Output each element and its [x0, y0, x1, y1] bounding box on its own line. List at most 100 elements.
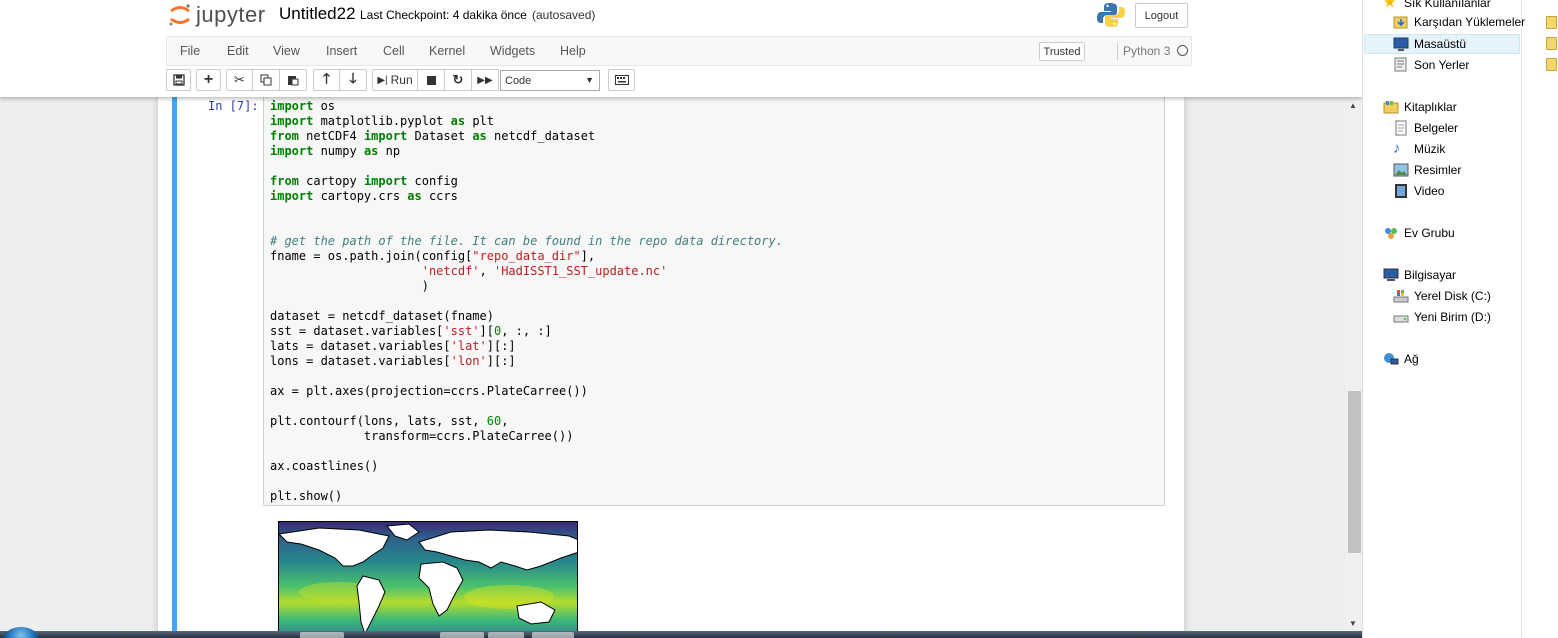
nav-recent-places[interactable]: Son Yerler — [1393, 56, 1469, 74]
arrow-up-icon: 🡑 — [322, 70, 331, 86]
insert-cell-button[interactable]: + — [196, 69, 221, 91]
move-down-button[interactable]: 🡓 — [340, 69, 367, 91]
menu-widgets[interactable]: Widgets — [490, 44, 535, 58]
scroll-up-icon[interactable]: ▲ — [1349, 101, 1357, 110]
recent-places-icon — [1393, 57, 1409, 73]
nav-music[interactable]: ♪ Müzik — [1393, 140, 1445, 158]
nav-recent-label: Son Yerler — [1414, 58, 1470, 72]
taskbar-button[interactable] — [440, 632, 484, 638]
caret-down-icon: ▼ — [585, 75, 594, 85]
menu-cell[interactable]: Cell — [383, 44, 405, 58]
nav-homegroup[interactable]: Ev Grubu — [1383, 224, 1455, 242]
step-forward-icon: ▶| — [377, 74, 388, 86]
nav-libraries[interactable]: Kitaplıklar — [1383, 98, 1457, 116]
code-line: ​ — [270, 474, 783, 489]
cut-button[interactable]: ✂ — [226, 69, 253, 91]
code-cell-input[interactable]: import os import matplotlib.pyplot as plt… — [263, 97, 1165, 506]
run-label: Run — [390, 73, 413, 87]
code-line: plt.show() — [270, 489, 343, 503]
plus-icon: + — [203, 71, 214, 88]
restart-button[interactable]: ↻ — [445, 69, 472, 91]
interrupt-button[interactable] — [418, 69, 445, 91]
network-icon — [1383, 351, 1399, 367]
nav-network[interactable]: Ağ — [1383, 350, 1419, 368]
kernel-name: Python 3 — [1123, 44, 1171, 58]
last-checkpoint: Last Checkpoint: 4 dakika önce — [360, 8, 527, 22]
code-line: import matplotlib.pyplot as plt — [270, 114, 494, 128]
taskbar-button[interactable] — [532, 632, 574, 638]
menu-view[interactable]: View — [273, 44, 300, 58]
code-line: ​ — [270, 444, 783, 459]
fast-forward-icon: ▶▶ — [477, 74, 493, 86]
nav-downloads-label: Karşıdan Yüklemeler — [1414, 15, 1526, 29]
code-line: lons = dataset.variables['lon'][:] — [270, 354, 516, 368]
jupyter-window: In [7]: import os import matplotlib.pyplo… — [0, 0, 1362, 638]
nav-favorites[interactable]: ★ Sık Kullanılanlar — [1383, 0, 1491, 12]
nav-computer-label: Bilgisayar — [1404, 268, 1457, 282]
restart-run-all-button[interactable]: ▶▶ — [472, 69, 499, 91]
computer-icon — [1383, 267, 1399, 283]
nav-video[interactable]: Video — [1393, 182, 1444, 200]
menu-insert[interactable]: Insert — [326, 44, 357, 58]
menu-edit[interactable]: Edit — [227, 44, 249, 58]
run-button[interactable]: ▶| Run — [372, 69, 418, 91]
paste-button[interactable] — [280, 69, 307, 91]
nav-libraries-label: Kitaplıklar — [1404, 100, 1457, 114]
star-icon: ★ — [1383, 0, 1397, 11]
code-line: transform=ccrs.PlateCarree()) — [270, 429, 574, 443]
code-line: ) — [270, 279, 429, 293]
code-line: from netCDF4 import Dataset as netcdf_da… — [270, 129, 596, 143]
nav-disk-d[interactable]: Yeni Birim (D:) — [1393, 308, 1491, 326]
arrow-down-icon: 🡓 — [349, 70, 357, 86]
scrollbar-thumb[interactable] — [1348, 391, 1361, 553]
video-icon — [1393, 183, 1409, 199]
code-editor[interactable]: import os import matplotlib.pyplot as plt… — [270, 99, 783, 504]
cell-type-select[interactable]: Code ▼ — [500, 70, 600, 91]
code-line: fname = os.path.join(config["repo_data_d… — [270, 249, 596, 263]
notebook-page: In [7]: import os import matplotlib.pyplo… — [158, 97, 1184, 638]
notebook-scrollbar[interactable] — [1346, 97, 1362, 638]
code-line: ​ — [270, 219, 783, 234]
command-palette-button[interactable] — [608, 69, 635, 91]
nav-pictures[interactable]: Resimler — [1393, 161, 1461, 179]
nav-computer[interactable]: Bilgisayar — [1383, 266, 1456, 284]
windows-taskbar — [0, 631, 1362, 638]
explorer-navigation-pane: ★ Sık Kullanılanlar Karşıdan Yüklemeler … — [1362, 0, 1558, 638]
keyboard-icon — [614, 75, 629, 85]
taskbar-button[interactable] — [488, 632, 524, 638]
libraries-icon — [1383, 99, 1399, 115]
notebook-title[interactable]: Untitled22 — [279, 4, 356, 24]
nav-music-label: Müzik — [1414, 142, 1446, 156]
world-map-image — [279, 522, 577, 638]
code-line: ​ — [270, 204, 783, 219]
code-line: ​ — [270, 294, 783, 309]
notebook-header: jupyter Untitled22 Last Checkpoint: 4 da… — [0, 0, 1362, 97]
menu-file[interactable]: File — [180, 44, 200, 58]
nav-pictures-label: Resimler — [1414, 163, 1462, 177]
output-figure-sst-map — [278, 521, 578, 638]
menu-help[interactable]: Help — [560, 44, 586, 58]
selected-cell-indicator — [172, 97, 177, 638]
scroll-down-icon[interactable]: ▼ — [1349, 619, 1357, 628]
folder-icon — [1546, 37, 1557, 50]
nav-desktop[interactable]: Masaüstü — [1393, 35, 1466, 53]
homegroup-icon — [1383, 225, 1399, 241]
code-line: ​ — [270, 159, 783, 174]
jupyter-logo[interactable]: jupyter — [168, 0, 266, 30]
save-icon — [172, 74, 185, 86]
copy-button[interactable] — [253, 69, 280, 91]
code-line: # get the path of the file. It can be fo… — [270, 234, 783, 248]
stop-icon — [426, 75, 436, 85]
nav-disk-c[interactable]: Yerel Disk (C:) — [1393, 287, 1491, 305]
menu-kernel[interactable]: Kernel — [429, 44, 465, 58]
documents-icon — [1393, 120, 1409, 136]
save-button[interactable] — [166, 69, 191, 91]
trusted-badge[interactable]: Trusted — [1039, 42, 1085, 61]
taskbar-button[interactable] — [300, 632, 344, 638]
nav-downloads[interactable]: Karşıdan Yüklemeler — [1393, 13, 1525, 31]
code-line: 'netcdf', 'HadISST1_SST_update.nc' — [421, 264, 668, 278]
nav-documents[interactable]: Belgeler — [1393, 119, 1458, 137]
logout-button[interactable]: Logout — [1135, 3, 1188, 28]
jupyter-logo-text: jupyter — [196, 2, 266, 27]
move-up-button[interactable]: 🡑 — [313, 69, 340, 91]
